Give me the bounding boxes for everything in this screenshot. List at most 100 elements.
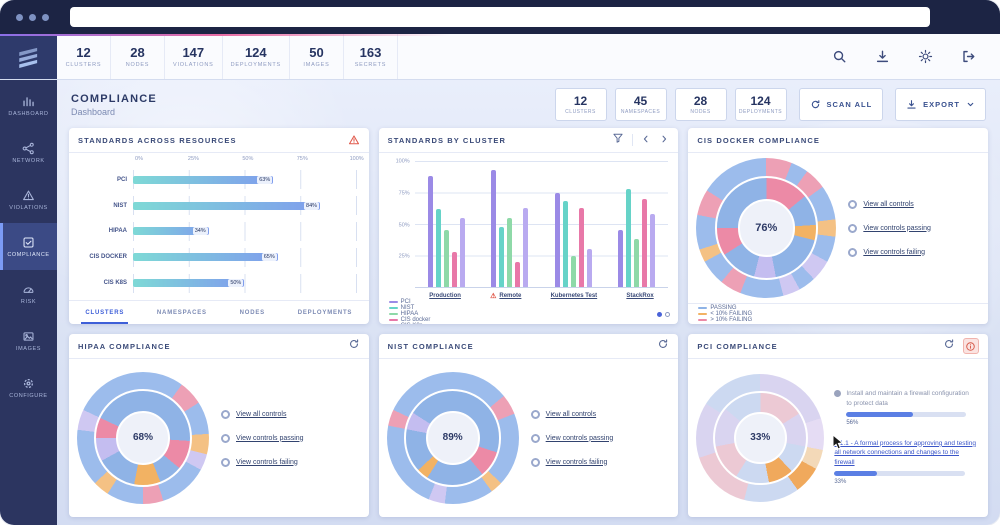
- bar-HIPAA[interactable]: [571, 256, 576, 288]
- link-view-controls-passing[interactable]: View controls passing: [848, 224, 980, 233]
- bar-CIS K8s[interactable]: [587, 249, 592, 287]
- refresh-icon[interactable]: [943, 337, 955, 355]
- stat-violations[interactable]: 147 VIOLATIONS: [165, 34, 223, 79]
- filter-icon[interactable]: [612, 131, 624, 149]
- bar-CIS K8s[interactable]: [650, 214, 655, 287]
- hbar-row[interactable]: HIPAA 34%: [81, 222, 357, 241]
- chevron-right-icon[interactable]: [659, 131, 669, 149]
- tab-deployments[interactable]: DEPLOYMENTS: [294, 301, 356, 324]
- bar-CIS docker[interactable]: [642, 199, 647, 287]
- download-icon[interactable]: [875, 49, 890, 64]
- cluster-link[interactable]: Kubernetes Test: [551, 293, 598, 299]
- bar-PCI[interactable]: [555, 193, 560, 288]
- bar-NIST[interactable]: [499, 227, 504, 287]
- cluster-link[interactable]: Production: [429, 293, 461, 299]
- bar-CIS docker[interactable]: [452, 252, 457, 287]
- browser-window: 12 CLUSTERS 28 NODES 147 VIOLATIONS 124 …: [0, 0, 1000, 525]
- bar-CIS docker[interactable]: [579, 208, 584, 287]
- sidebar-item-risk[interactable]: RISK: [0, 270, 57, 317]
- tile-nodes[interactable]: 28 NODES: [675, 88, 727, 121]
- stat-images[interactable]: 50 IMAGES: [290, 34, 344, 79]
- export-button[interactable]: EXPORT: [895, 88, 986, 121]
- link-view-all-controls[interactable]: View all controls: [848, 200, 980, 209]
- stat-deployments[interactable]: 124 DEPLOYMENTS: [223, 34, 290, 79]
- sidebar-item-compliance[interactable]: COMPLIANCE: [0, 223, 57, 270]
- link-view-controls-failing[interactable]: View controls failing: [848, 248, 980, 257]
- list-bullet-icon: [221, 458, 230, 467]
- control-item-link[interactable]: 1.1.1 - A formal process for approving a…: [834, 439, 976, 487]
- bar-NIST[interactable]: [626, 189, 631, 287]
- nist-sunburst-chart[interactable]: 89%: [387, 372, 519, 504]
- scan-all-button[interactable]: SCAN ALL: [799, 88, 884, 121]
- pci-sunburst-chart[interactable]: 33%: [696, 374, 824, 502]
- cluster-link[interactable]: StackRox: [626, 293, 653, 299]
- bar-PCI[interactable]: [491, 170, 496, 287]
- window-dot[interactable]: [42, 14, 49, 21]
- tab-nodes[interactable]: NODES: [236, 301, 269, 324]
- control-item[interactable]: Install and maintain a firewall configur…: [834, 389, 976, 428]
- logout-icon[interactable]: [961, 49, 976, 64]
- stat-nodes[interactable]: 28 NODES: [111, 34, 165, 79]
- control-bullet-icon: [834, 390, 841, 397]
- sidebar-item-configure[interactable]: CONFIGURE: [0, 364, 57, 411]
- url-bar[interactable]: [70, 7, 930, 27]
- theme-sun-icon[interactable]: [918, 49, 933, 64]
- sidebar-item-images[interactable]: IMAGES: [0, 317, 57, 364]
- bar-NIST[interactable]: [563, 201, 568, 287]
- tile-clusters[interactable]: 12 CLUSTERS: [555, 88, 607, 121]
- link-view-all-controls[interactable]: View all controls: [531, 410, 671, 419]
- hipaa-sunburst-chart[interactable]: 68%: [77, 372, 209, 504]
- bar-CIS K8s[interactable]: [523, 208, 528, 287]
- bar-NIST[interactable]: [436, 209, 441, 287]
- list-bullet-icon: [221, 434, 230, 443]
- chevron-down-icon: [966, 100, 975, 109]
- chart-legend: PCINISTHIPAACIS dockerCIS K8s: [379, 304, 679, 324]
- sidebar-item-violations[interactable]: VIOLATIONS: [0, 176, 57, 223]
- search-icon[interactable]: [832, 49, 847, 64]
- progress-bar: [834, 471, 964, 476]
- pagination-dots[interactable]: [657, 312, 670, 317]
- link-view-controls-passing[interactable]: View controls passing: [221, 434, 361, 443]
- bar-HIPAA[interactable]: [634, 239, 639, 287]
- sidebar-item-network[interactable]: NETWORK: [0, 129, 57, 176]
- tile-deployments[interactable]: 124 DEPLOYMENTS: [735, 88, 787, 121]
- hbar-row[interactable]: CIS K8S 50%: [81, 274, 357, 293]
- hbar-row[interactable]: PCI 63%: [81, 170, 357, 189]
- bar-PCI[interactable]: [618, 230, 623, 287]
- cluster-link[interactable]: ⚠Remote: [490, 293, 521, 300]
- hbar-row[interactable]: CIS DOCKER 65%: [81, 248, 357, 267]
- bar-CIS docker[interactable]: [515, 262, 520, 287]
- chevron-left-icon[interactable]: [641, 131, 651, 149]
- stat-secrets[interactable]: 163 SECRETS: [344, 34, 398, 79]
- link-view-controls-failing[interactable]: View controls failing: [531, 458, 671, 467]
- window-dot[interactable]: [16, 14, 23, 21]
- info-icon[interactable]: [963, 338, 979, 354]
- breadcrumb: Dashboard: [71, 107, 157, 117]
- sidebar: DASHBOARD NETWORK VIOLATIONS COMPLIANCE …: [0, 80, 57, 525]
- images-icon: [22, 330, 35, 343]
- cis-docker-sunburst-chart[interactable]: 76%: [696, 158, 836, 298]
- tile-namespaces[interactable]: 45 NAMESPACES: [615, 88, 667, 121]
- link-view-controls-passing[interactable]: View controls passing: [531, 434, 671, 443]
- stat-clusters[interactable]: 12 CLUSTERS: [57, 34, 111, 79]
- app-logo[interactable]: [0, 34, 57, 79]
- bar-PCI[interactable]: [428, 176, 433, 287]
- divider: [632, 134, 633, 146]
- bar-CIS K8s[interactable]: [460, 218, 465, 287]
- card-hipaa-compliance: HIPAA COMPLIANCE 68% View all controls: [69, 334, 369, 517]
- tab-clusters[interactable]: CLUSTERS: [81, 301, 128, 324]
- link-view-all-controls[interactable]: View all controls: [221, 410, 361, 419]
- hbar-row[interactable]: NIST 84%: [81, 196, 357, 215]
- stat-value: 124: [245, 45, 267, 60]
- sidebar-item-dashboard[interactable]: DASHBOARD: [0, 82, 57, 129]
- stat-value: 28: [130, 45, 144, 60]
- window-dot[interactable]: [29, 14, 36, 21]
- refresh-icon[interactable]: [657, 337, 669, 355]
- refresh-icon[interactable]: [348, 337, 360, 355]
- tab-namespaces[interactable]: NAMESPACES: [153, 301, 211, 324]
- bar-HIPAA[interactable]: [444, 230, 449, 287]
- link-view-controls-failing[interactable]: View controls failing: [221, 458, 361, 467]
- sunburst-legend: PASSING< 10% FAILING> 10% FAILING: [688, 303, 988, 324]
- warning-icon[interactable]: [348, 134, 360, 146]
- bar-HIPAA[interactable]: [507, 218, 512, 287]
